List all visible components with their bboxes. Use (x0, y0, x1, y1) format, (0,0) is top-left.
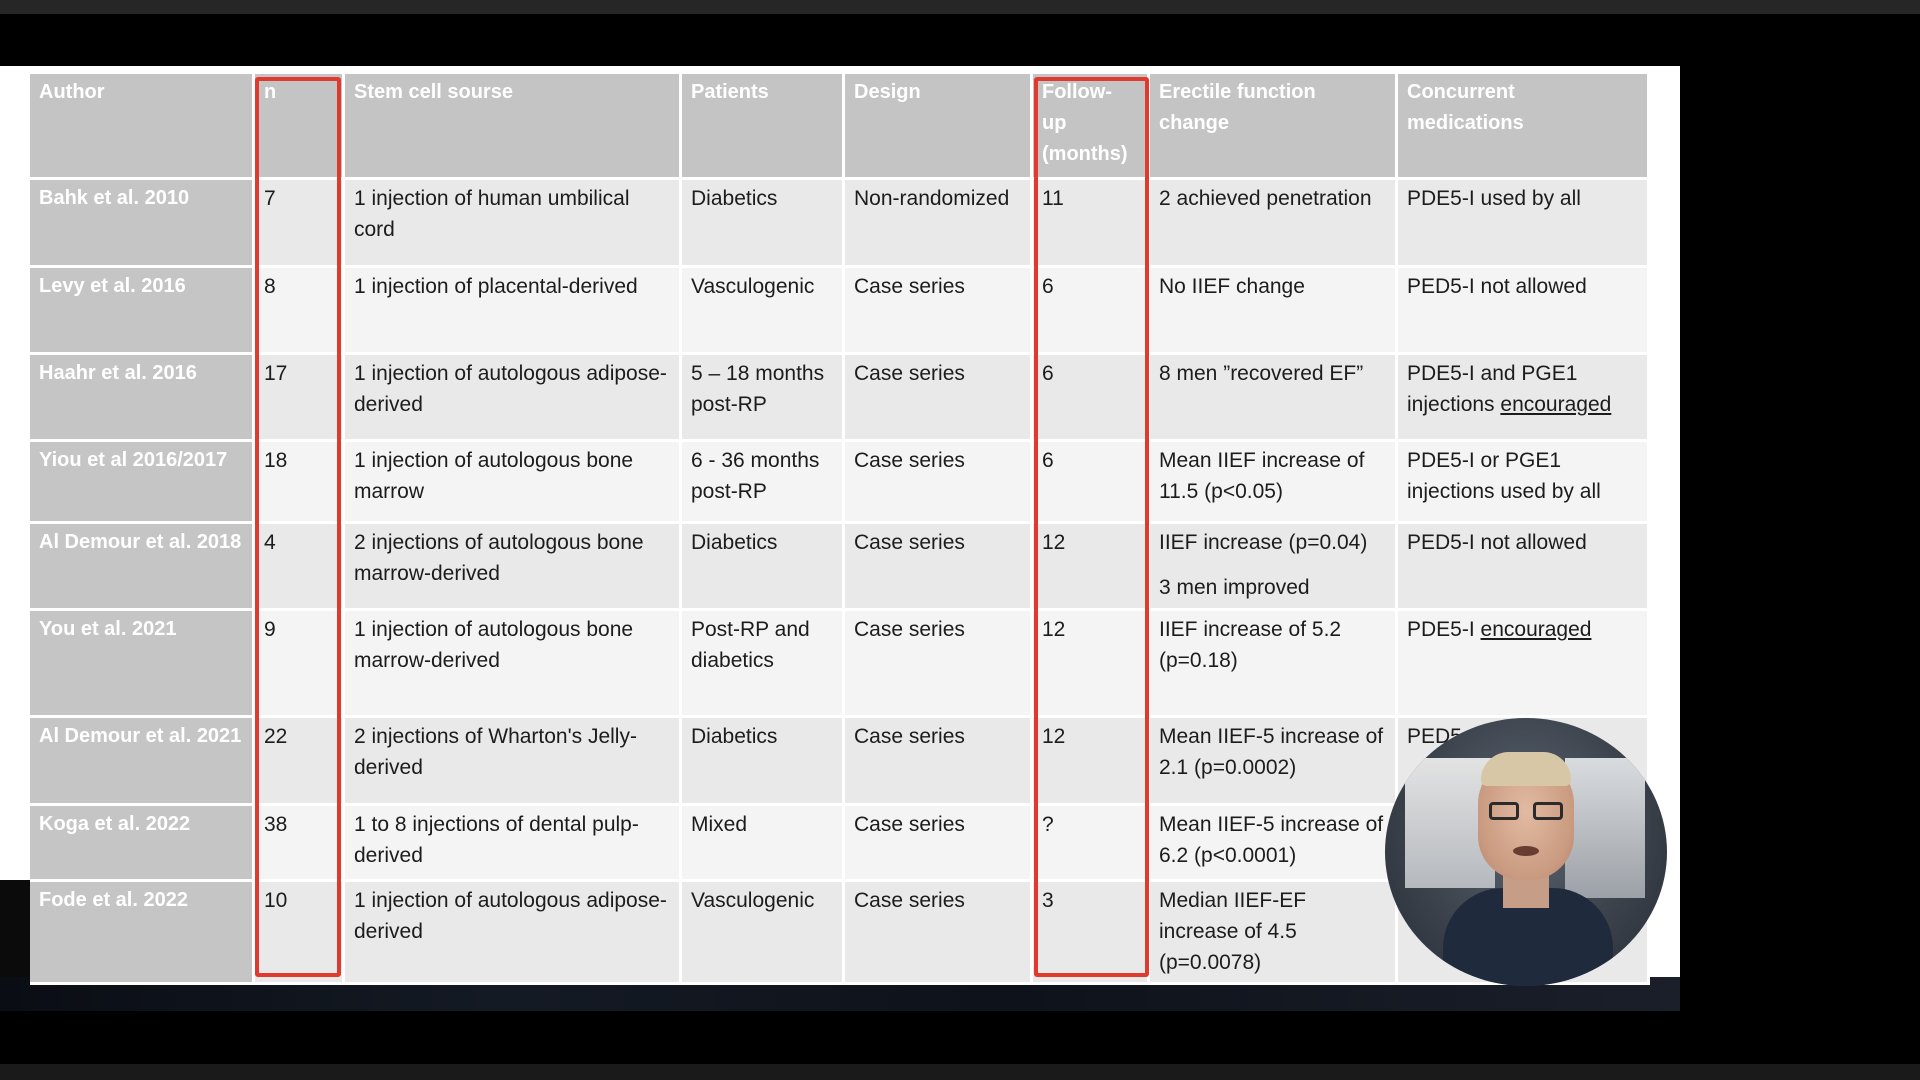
cell-design: Non-randomized (845, 180, 1033, 268)
top-bar (0, 0, 1920, 14)
cell-source: 1 injection of autologous adipose-derive… (345, 882, 682, 985)
cell-source: 1 injection of human umbilical cord (345, 180, 682, 268)
header-author: Author (30, 74, 255, 180)
cell-source: 1 injection of placental-derived (345, 268, 682, 355)
webcam-background-shelf (1565, 758, 1645, 898)
cell-design: Case series (845, 442, 1033, 524)
bottom-bar (0, 1064, 1920, 1080)
cell-patients: Post-RP and diabetics (682, 611, 845, 718)
header-erectile-line-2: change (1159, 112, 1230, 134)
cell-patients: Vasculogenic (682, 882, 845, 985)
meds-underlined: encouraged (1500, 393, 1612, 416)
cell-patients: Diabetics (682, 180, 845, 268)
cell-author: Bahk et al. 2010 (30, 180, 255, 268)
cell-ef-change: IIEF increase of 5.2 (p=0.18) (1150, 611, 1398, 718)
n-column-highlight (255, 77, 341, 977)
header-patients: Patients (682, 74, 845, 180)
cell-author: Levy et al. 2016 (30, 268, 255, 355)
cell-meds: PDE5-I encouraged (1398, 611, 1650, 718)
cell-source: 1 injection of autologous adipose-derive… (345, 355, 682, 442)
cell-meds: PED5-I not allowed (1398, 268, 1650, 355)
cell-meds: PDE5-I used by all (1398, 180, 1650, 268)
cell-author: Fode et al. 2022 (30, 882, 255, 985)
header-stem-cell-source: Stem cell sourse (345, 74, 682, 180)
cell-author: Al Demour et al. 2018 (30, 524, 255, 611)
cell-design: Case series (845, 355, 1033, 442)
cell-design: Case series (845, 611, 1033, 718)
cell-ef-change: Mean IIEF increase of 11.5 (p<0.05) (1150, 442, 1398, 524)
cell-source: 1 injection of autologous bone marrow (345, 442, 682, 524)
meds-underlined: encouraged (1480, 618, 1592, 641)
cell-patients: 5 – 18 months post-RP (682, 355, 845, 442)
cell-source: 1 to 8 injections of dental pulp-derived (345, 806, 682, 882)
header-concurrent-medications: Concurrent medications (1398, 74, 1650, 180)
header-erectile-line-1: Erectile function (1159, 81, 1316, 103)
cell-source: 2 injections of Wharton's Jelly-derived (345, 718, 682, 806)
cell-source: 1 injection of autologous bone marrow-de… (345, 611, 682, 718)
presenter-webcam-icon (1385, 718, 1667, 986)
cell-design: Case series (845, 524, 1033, 611)
cell-author: Yiou et al 2016/2017 (30, 442, 255, 524)
presenter-mouth (1513, 846, 1539, 856)
cell-ef-change: 8 men ”recovered EF” (1150, 355, 1398, 442)
cell-author: Al Demour et al. 2021 (30, 718, 255, 806)
presenter-hair (1481, 752, 1571, 786)
cell-ef-change: 2 achieved penetration (1150, 180, 1398, 268)
ef-change-line-1: IIEF increase (p=0.04) (1159, 531, 1368, 554)
ef-change-line-2: 3 men improved (1159, 576, 1310, 599)
cell-patients: Diabetics (682, 718, 845, 806)
header-concurrent-line-2: medications (1407, 112, 1524, 134)
cell-meds: PDE5-I and PGE1 injections encouraged (1398, 355, 1650, 442)
cell-design: Case series (845, 882, 1033, 985)
cell-source: 2 injections of autologous bone marrow-d… (345, 524, 682, 611)
cell-meds: PDE5-I or PGE1 injections used by all (1398, 442, 1650, 524)
cell-patients: Vasculogenic (682, 268, 845, 355)
cell-ef-change: Median IIEF-EF increase of 4.5 (p=0.0078… (1150, 882, 1398, 985)
cell-ef-change: Mean IIEF-5 increase of 6.2 (p<0.0001) (1150, 806, 1398, 882)
header-design: Design (845, 74, 1033, 180)
meds-text: PDE5-I (1407, 618, 1481, 641)
cell-author: Koga et al. 2022 (30, 806, 255, 882)
cell-patients: Mixed (682, 806, 845, 882)
ef-change-spacer (1159, 558, 1386, 572)
cell-ef-change: Mean IIEF-5 increase of 2.1 (p=0.0002) (1150, 718, 1398, 806)
cell-ef-change: No IIEF change (1150, 268, 1398, 355)
cell-patients: Diabetics (682, 524, 845, 611)
header-erectile-function: Erectile function change (1150, 74, 1398, 180)
cell-meds: PED5-I not allowed (1398, 524, 1650, 611)
presenter-glasses-icon (1489, 802, 1563, 822)
header-concurrent-line-1: Concurrent (1407, 81, 1515, 103)
cell-ef-change: IIEF increase (p=0.04) 3 men improved (1150, 524, 1398, 611)
cell-author: Haahr et al. 2016 (30, 355, 255, 442)
left-dark-panel (0, 880, 30, 977)
cell-design: Case series (845, 806, 1033, 882)
follow-up-column-highlight (1034, 77, 1149, 977)
cell-design: Case series (845, 268, 1033, 355)
cell-patients: 6 - 36 months post-RP (682, 442, 845, 524)
cell-author: You et al. 2021 (30, 611, 255, 718)
cell-design: Case series (845, 718, 1033, 806)
